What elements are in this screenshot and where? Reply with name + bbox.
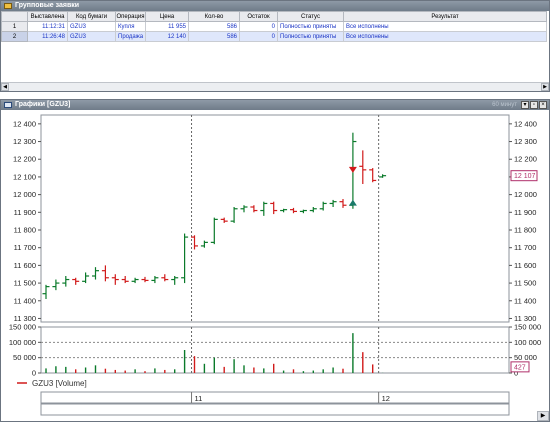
date-label: 11: [195, 394, 203, 403]
column-header[interactable]: Результат: [343, 11, 547, 22]
price-tick-label: 11 800: [514, 226, 536, 235]
cell-status: Полностью приняты: [277, 21, 344, 32]
chart-window-icon: [4, 102, 12, 108]
cell-qty: 586: [188, 21, 240, 32]
cell-result: Все исполнены: [343, 21, 547, 32]
volume-tick-label: 100 000: [514, 338, 541, 347]
cell-time: 11:12:31: [27, 21, 68, 32]
date-label: 12: [382, 394, 390, 403]
orders-titlebar[interactable]: Групповые заявки: [1, 1, 549, 11]
price-tick-label: 11 600: [514, 261, 536, 270]
price-pane[interactable]: [40, 114, 510, 323]
orders-horizontal-scrollbar[interactable]: ◀ ▶: [1, 82, 549, 91]
price-tick-label: 12 300: [13, 137, 36, 146]
price-tick-label: 11 900: [514, 208, 536, 217]
cell-result: Все исполнены: [343, 31, 547, 42]
cell-price: 11 955: [145, 21, 189, 32]
column-header[interactable]: Кол-во: [188, 11, 240, 22]
close-icon[interactable]: ×: [539, 101, 547, 109]
price-tick-label: 12 200: [514, 155, 537, 164]
chart-interval-label[interactable]: 60 минут: [492, 101, 517, 109]
volume-tick-label: 150 000: [514, 323, 541, 332]
volume-axis-left: 0 50 000 100 000 150 000: [9, 323, 41, 378]
price-tick-label: 12 000: [13, 190, 36, 199]
cell-status: Полностью приняты: [277, 31, 344, 42]
scroll-right-icon[interactable]: ▶: [541, 83, 549, 91]
price-tick-label: 12 300: [514, 137, 537, 146]
time-scrollbar[interactable]: [40, 403, 510, 416]
row-number: 1: [1, 21, 28, 32]
volume-tick-label: 50 000: [514, 353, 537, 362]
price-axis-left: 11 30011 40011 50011 60011 70011 80011 9…: [13, 119, 41, 323]
price-tick-label: 11 500: [14, 279, 36, 288]
column-header[interactable]: Выставлена: [27, 11, 68, 22]
price-axis-right: 11 30011 40011 50011 60011 70011 80011 9…: [509, 119, 537, 323]
price-tick-label: 12 400: [13, 119, 36, 128]
cell-code: GZU3: [67, 31, 116, 42]
cell-operation: Продажа: [115, 31, 146, 42]
orders-table: Выставлена Код бумаги Операция Цена Кол-…: [1, 11, 547, 42]
price-tick-label: 12 100: [13, 172, 36, 181]
price-tick-label: 11 400: [14, 296, 36, 305]
price-tick-label: 11 700: [14, 243, 36, 252]
price-tick-label: 11 400: [514, 296, 536, 305]
table-row[interactable]: 2 11:26:48 GZU3 Продажа 12 140 586 0 Пол…: [1, 31, 547, 42]
chart-window-title: Графики [GZU3]: [15, 101, 71, 108]
price-tick-label: 12 000: [514, 190, 537, 199]
last-price-badge-text: 12 107: [514, 173, 536, 180]
price-tick-label: 12 200: [13, 155, 36, 164]
chart-window-icon-button[interactable]: ▫: [530, 101, 538, 109]
orders-window-title: Групповые заявки: [15, 2, 80, 9]
price-tick-label: 11 900: [14, 208, 36, 217]
price-tick-label: 11 600: [14, 261, 36, 270]
cell-time: 11:26:48: [27, 31, 68, 42]
volume-tick-label: 50 000: [13, 353, 36, 362]
column-header[interactable]: [1, 11, 28, 22]
row-number: 2: [1, 31, 28, 42]
scroll-left-icon[interactable]: ◀: [1, 83, 9, 91]
table-row[interactable]: 1 11:12:31 GZU3 Купля 11 955 586 0 Полно…: [1, 21, 547, 32]
volume-pane[interactable]: [40, 326, 510, 374]
volume-tick-label: 100 000: [9, 338, 36, 347]
cell-operation: Купля: [115, 21, 146, 32]
scroll-right-icon[interactable]: ▶: [537, 411, 549, 421]
volume-tick-label: 0: [32, 369, 36, 378]
cell-rest: 0: [239, 21, 278, 32]
cell-rest: 0: [239, 31, 278, 42]
column-header[interactable]: Код бумаги: [67, 11, 116, 22]
orders-header-row: Выставлена Код бумаги Операция Цена Кол-…: [1, 11, 547, 22]
orders-window: Групповые заявки Выставлена Код бумаги О…: [0, 0, 550, 92]
column-header[interactable]: Статус: [277, 11, 344, 22]
cell-price: 12 140: [145, 31, 189, 42]
chart-area[interactable]: GZU3 [Volume] 11 12 11 30011 40011 50011 …: [1, 110, 549, 421]
chart-settings-icon[interactable]: ▾: [521, 101, 529, 109]
price-tick-label: 12 400: [514, 119, 537, 128]
price-tick-label: 11 700: [514, 243, 536, 252]
column-header[interactable]: Цена: [145, 11, 189, 22]
chart-window: Графики [GZU3] 60 минут ▾ ▫ × GZU3 [Volu…: [0, 99, 550, 422]
time-axis[interactable]: [40, 391, 510, 404]
column-header[interactable]: Операция: [115, 11, 146, 22]
orders-window-icon: [4, 3, 12, 9]
last-volume-badge-text: 427: [514, 364, 526, 371]
column-header[interactable]: Остаток: [239, 11, 278, 22]
cell-qty: 586: [188, 31, 240, 42]
volume-tick-label: 150 000: [9, 323, 36, 332]
price-tick-label: 11 500: [514, 279, 536, 288]
legend-volume-label: GZU3 [Volume]: [32, 379, 87, 388]
price-tick-label: 11 800: [14, 226, 36, 235]
chart-titlebar[interactable]: Графики [GZU3] 60 минут ▾ ▫ ×: [1, 100, 549, 110]
cell-code: GZU3: [67, 21, 116, 32]
